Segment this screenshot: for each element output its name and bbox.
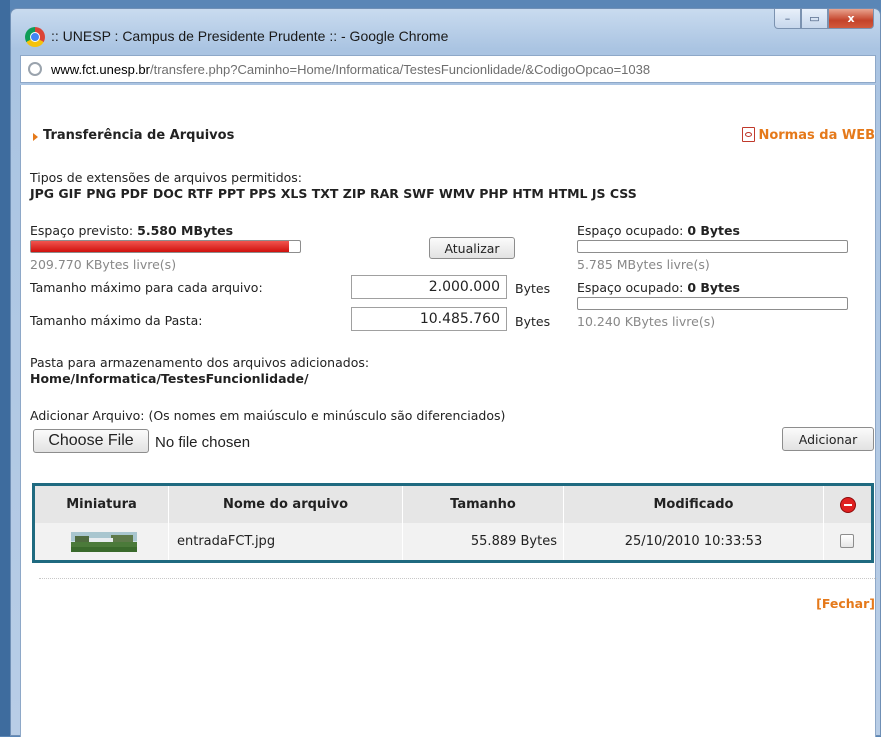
minimize-button[interactable]: – — [774, 9, 801, 29]
choose-file-button[interactable]: Choose File — [33, 429, 149, 453]
tamanho-arquivo-label: Tamanho máximo para cada arquivo: — [30, 280, 263, 295]
maximize-button[interactable]: ▭ — [801, 9, 828, 29]
file-status: No file chosen — [155, 434, 251, 451]
url-path: /transfere.php?Caminho=Home/Informatica/… — [150, 62, 651, 77]
page-content: Transferência de Arquivos Normas da WEB … — [20, 85, 877, 737]
adicionar-label: Adicionar Arquivo: (Os nomes em maiúscul… — [30, 408, 506, 423]
address-url[interactable]: www.fct.unesp.br/transfere.php?Caminho=H… — [51, 62, 650, 77]
normas-web-label: Normas da WEB — [758, 128, 875, 143]
adicionar-button[interactable]: Adicionar — [782, 427, 874, 451]
espaco-ocupado-1-free: 5.785 MBytes livre(s) — [577, 257, 710, 272]
page-title: Transferência de Arquivos — [43, 128, 235, 143]
pdf-icon — [742, 127, 756, 142]
column-nome: Nome do arquivo — [169, 486, 403, 523]
delete-icon[interactable] — [839, 496, 856, 513]
extensions-label: Tipos de extensões de arquivos permitido… — [30, 170, 303, 185]
espaco-ocupado-2: Espaço ocupado: 0 Bytes — [577, 280, 740, 295]
row-nome: entradaFCT.jpg — [169, 523, 403, 560]
tamanho-pasta-input[interactable] — [351, 307, 507, 331]
espaco-ocupado-1-value: 0 Bytes — [687, 223, 740, 238]
tamanho-pasta-unit: Bytes — [515, 314, 551, 329]
espaco-previsto-label: Espaço previsto: — [30, 223, 134, 238]
chrome-logo-icon — [25, 27, 45, 47]
espaco-previsto-free: 209.770 KBytes livre(s) — [30, 257, 177, 272]
fechar-link[interactable]: [Fechar] — [816, 596, 875, 611]
row-select-checkbox[interactable] — [840, 534, 854, 548]
pasta-path: Home/Informatica/TestesFuncionlidade/ — [30, 371, 309, 386]
url-domain: www.fct.unesp.br — [51, 62, 150, 77]
tamanho-arquivo-input[interactable] — [351, 275, 507, 299]
espaco-previsto-value: 5.580 MBytes — [137, 223, 234, 238]
tamanho-pasta-label: Tamanho máximo da Pasta: — [30, 313, 203, 328]
close-button[interactable]: x — [828, 9, 874, 29]
espaco-previsto: Espaço previsto: 5.580 MBytes — [30, 223, 233, 238]
page-info-icon[interactable] — [28, 62, 42, 76]
espaco-ocupado-1-bar — [577, 240, 848, 253]
window-controls: – ▭ x — [774, 9, 874, 31]
atualizar-button[interactable]: Atualizar — [429, 237, 515, 259]
title-bar[interactable]: :: UNESP : Campus de Presidente Prudente… — [11, 9, 880, 55]
espaco-ocupado-2-value: 0 Bytes — [687, 280, 740, 295]
espaco-ocupado-2-free: 10.240 KBytes livre(s) — [577, 314, 716, 329]
arrow-right-icon — [33, 133, 38, 141]
row-select-cell — [824, 523, 871, 560]
desktop-background — [0, 0, 10, 736]
thumbnail-image[interactable] — [71, 532, 137, 552]
column-modificado: Modificado — [564, 486, 824, 523]
column-miniatura: Miniatura — [35, 486, 169, 523]
window-title: :: UNESP : Campus de Presidente Prudente… — [51, 28, 449, 44]
extensions-list: JPG GIF PNG PDF DOC RTF PPT PPS XLS TXT … — [30, 186, 637, 201]
browser-window: :: UNESP : Campus de Presidente Prudente… — [10, 8, 881, 737]
row-tamanho: 55.889 Bytes — [403, 523, 564, 560]
espaco-ocupado-2-bar — [577, 297, 848, 310]
espaco-ocupado-2-label: Espaço ocupado: — [577, 280, 684, 295]
column-delete — [824, 486, 871, 523]
divider — [39, 578, 877, 579]
row-modificado: 25/10/2010 10:33:53 — [564, 523, 824, 560]
row-thumbnail-cell — [35, 523, 169, 560]
table-header: Miniatura Nome do arquivo Tamanho Modifi… — [35, 486, 871, 523]
tamanho-arquivo-unit: Bytes — [515, 281, 551, 296]
table-row[interactable]: entradaFCT.jpg 55.889 Bytes 25/10/2010 1… — [35, 523, 871, 560]
espaco-ocupado-1-label: Espaço ocupado: — [577, 223, 684, 238]
normas-web-link[interactable]: Normas da WEB — [742, 127, 875, 143]
pasta-label: Pasta para armazenamento dos arquivos ad… — [30, 355, 370, 370]
espaco-previsto-bar — [30, 240, 301, 253]
address-bar[interactable]: www.fct.unesp.br/transfere.php?Caminho=H… — [20, 55, 876, 83]
column-tamanho: Tamanho — [403, 486, 564, 523]
file-table: Miniatura Nome do arquivo Tamanho Modifi… — [32, 483, 874, 563]
espaco-ocupado-1: Espaço ocupado: 0 Bytes — [577, 223, 740, 238]
espaco-previsto-bar-fill — [31, 241, 290, 252]
